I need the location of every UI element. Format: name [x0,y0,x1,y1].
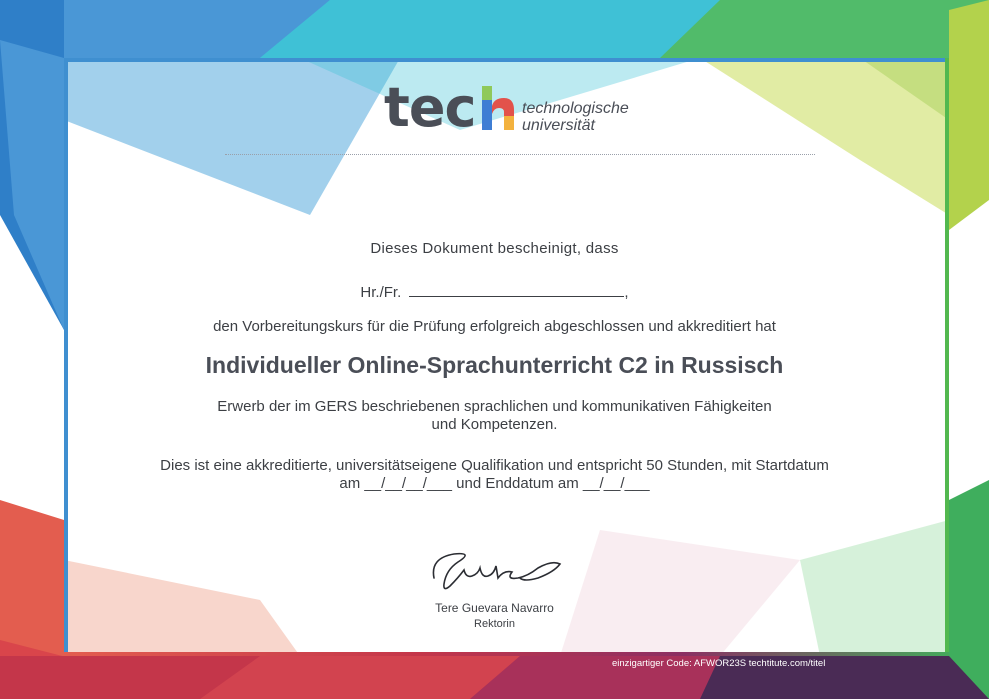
logo-h-mark [482,86,514,130]
certifies-text: Dieses Dokument bescheinigt, dass [370,240,619,257]
unique-code: einzigartiger Code: AFWOR23S techtitute.… [612,658,826,669]
certificate: tec technologische universität Dieses Do… [0,0,989,699]
description-line-1: Erwerb der im GERS beschriebenen sprachl… [217,398,772,415]
description-line-2: und Kompetenzen. [431,416,558,433]
accreditation-text: Dies ist eine akkreditierte, universität… [0,457,989,493]
accreditation-line-1: Dies ist eine akkreditierte, universität… [160,457,829,474]
recipient-line: Hr./Fr. , [0,284,989,301]
dotted-divider [225,154,815,155]
signatory-role: Rektorin [474,618,515,630]
accreditation-line-2: am __/__/__/___ und Enddatum am __/__/__… [339,475,650,492]
signatory-name: Tere Guevara Navarro [435,601,554,615]
recipient-suffix: , [624,284,629,301]
logo-subtitle-line2: universität [522,117,595,134]
recipient-label: Hr./Fr. [360,284,402,301]
recipient-blank [409,284,625,297]
course-title: Individueller Online-Sprachunterricht C2… [205,352,784,378]
logo-wordmark: tec [384,76,476,139]
rector-signature [432,552,562,590]
logo-subtitle-line1: technologische [522,100,629,117]
description-text: Erwerb der im GERS beschriebenen sprachl… [0,398,989,434]
completion-text: den Vorbereitungskurs für die Prüfung er… [213,318,776,335]
logo-subtitle: technologische universität [522,100,629,134]
frame-bottom-edge [64,652,949,656]
